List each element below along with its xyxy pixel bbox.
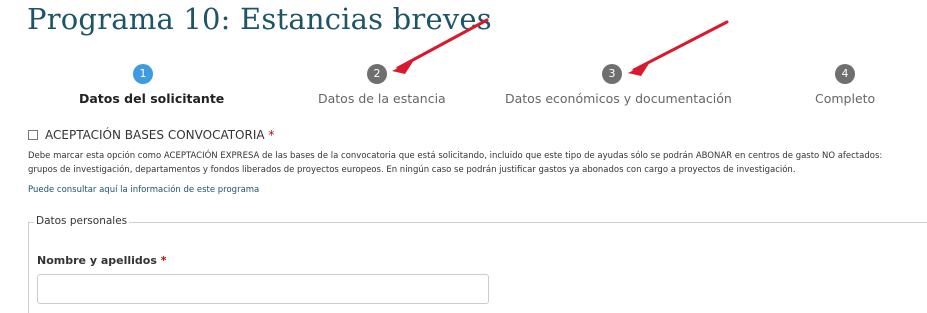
step-3-label: Datos económicos y documentación	[505, 91, 732, 106]
step-1[interactable]: 1 Datos del solicitante	[79, 64, 225, 106]
name-required-asterisk: *	[160, 254, 167, 267]
step-2-label: Datos de la estancia	[318, 91, 446, 106]
name-input[interactable]	[37, 274, 489, 304]
step-2-number: 2	[367, 64, 387, 84]
step-3-number: 3	[602, 64, 622, 84]
step-1-number: 1	[133, 64, 153, 84]
step-4-number: 4	[835, 64, 855, 84]
acceptance-label[interactable]: ACEPTACIÓN BASES CONVOCATORIA	[45, 128, 265, 142]
step-2[interactable]: 2 Datos de la estancia	[318, 64, 446, 106]
step-1-label: Datos del solicitante	[79, 91, 225, 106]
step-4-label: Completo	[815, 91, 876, 106]
step-4[interactable]: 4 Completo	[815, 64, 875, 106]
required-asterisk: *	[268, 128, 275, 142]
acceptance-description: Debe marcar esta opción como ACEPTACIÓN …	[28, 151, 883, 175]
page-title: Programa 10: Estancias breves	[27, 2, 492, 36]
acceptance-row: ACEPTACIÓN BASES CONVOCATORIA *	[28, 128, 274, 142]
name-label-text: Nombre y apellidos	[37, 254, 157, 267]
acceptance-checkbox[interactable]	[28, 129, 38, 140]
personal-data-legend: Datos personales	[34, 215, 130, 227]
program-info-link[interactable]: Puede consultar aquí la información de e…	[28, 185, 259, 195]
step-3[interactable]: 3 Datos económicos y documentación	[505, 64, 732, 106]
name-label: Nombre y apellidos *	[37, 254, 166, 267]
